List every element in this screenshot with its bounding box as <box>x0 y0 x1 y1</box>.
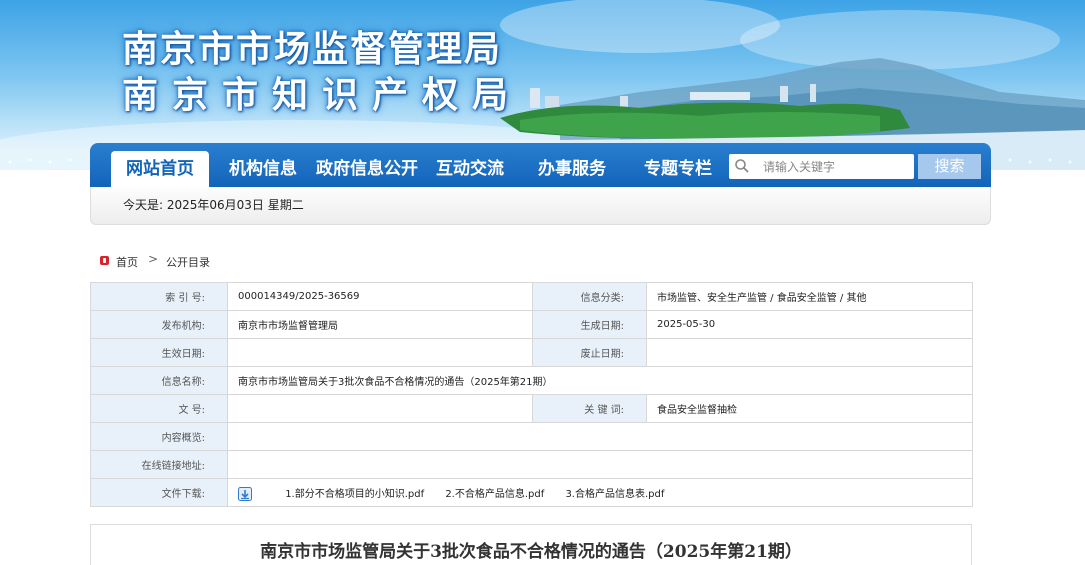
keywords-value: 食品安全监督抽检 <box>646 394 973 423</box>
expire-date-value <box>646 338 973 367</box>
online-link-value <box>227 450 973 479</box>
file-link-1[interactable]: 1.部分不合格项目的小知识.pdf <box>285 489 424 500</box>
nav-item-gov-info[interactable]: 政府信息公开 <box>312 151 422 187</box>
nav-item-services[interactable]: 办事服务 <box>530 151 614 187</box>
nav-item-topics[interactable]: 专题专栏 <box>636 151 720 187</box>
download-cell: 1.部分不合格项目的小知识.pdf 2.不合格产品信息.pdf 3.合格产品信息… <box>227 478 973 507</box>
breadcrumb-home[interactable]: 首页 <box>116 254 138 270</box>
publisher-label: 发布机构: <box>90 310 228 339</box>
table-row: 文件下载: 1.部分不合格项目的小知识.pdf 2.不合格产品信息.pdf 3.… <box>90 478 973 507</box>
keywords-label: 关 键 词: <box>532 394 647 423</box>
index-label: 索 引 号: <box>90 282 228 311</box>
table-row: 文 号: 关 键 词: 食品安全监督抽检 <box>90 394 973 423</box>
current-date-text: 今天是: 2025年06月03日 星期二 <box>123 198 304 212</box>
table-row: 内容概览: <box>90 422 973 451</box>
download-icon[interactable] <box>238 486 252 501</box>
info-table: 索 引 号: 000014349/2025-36569 信息分类: 市场监管、安… <box>90 282 973 507</box>
category-label: 信息分类: <box>532 282 647 311</box>
home-icon <box>100 256 109 265</box>
table-row: 索 引 号: 000014349/2025-36569 信息分类: 市场监管、安… <box>90 282 973 311</box>
category-value: 市场监管、安全生产监管 / 食品安全监管 / 其他 <box>646 282 973 311</box>
nav-item-institution[interactable]: 机构信息 <box>221 151 305 187</box>
main-nav: 网站首页 机构信息 政府信息公开 互动交流 办事服务 专题专栏 搜索 <box>90 143 991 187</box>
article-title: 南京市市场监管局关于3批次食品不合格情况的通告（2025年第21期） <box>260 542 802 562</box>
search-box <box>729 154 914 179</box>
table-row: 发布机构: 南京市市场监督管理局 生成日期: 2025-05-30 <box>90 310 973 339</box>
table-row: 信息名称: 南京市市场监管局关于3批次食品不合格情况的通告（2025年第21期） <box>90 366 973 395</box>
effective-date-label: 生效日期: <box>90 338 228 367</box>
expire-date-label: 废止日期: <box>532 338 647 367</box>
breadcrumb-separator: > <box>148 252 159 266</box>
search-input[interactable] <box>763 157 908 176</box>
search-button[interactable]: 搜索 <box>918 154 981 179</box>
banner-title-line2: 南京市知识产权局 <box>122 74 523 116</box>
index-value: 000014349/2025-36569 <box>227 282 533 311</box>
download-label: 文件下载: <box>90 478 228 507</box>
info-name-label: 信息名称: <box>90 366 228 395</box>
info-name-value: 南京市市场监管局关于3批次食品不合格情况的通告（2025年第21期） <box>227 366 973 395</box>
date-bar: 今天是: 2025年06月03日 星期二 <box>90 187 991 225</box>
online-link-label: 在线链接地址: <box>90 450 228 479</box>
article-panel: 南京市市场监管局关于3批次食品不合格情况的通告（2025年第21期） <box>90 524 972 565</box>
docno-value <box>227 394 533 423</box>
file-link-3[interactable]: 3.合格产品信息表.pdf <box>565 489 664 500</box>
created-date-label: 生成日期: <box>532 310 647 339</box>
nav-item-home[interactable]: 网站首页 <box>111 151 209 187</box>
breadcrumb-current[interactable]: 公开目录 <box>166 254 210 270</box>
effective-date-value <box>227 338 533 367</box>
table-row: 在线链接地址: <box>90 450 973 479</box>
table-row: 生效日期: 废止日期: <box>90 338 973 367</box>
docno-label: 文 号: <box>90 394 228 423</box>
summary-value <box>227 422 973 451</box>
file-link-2[interactable]: 2.不合格产品信息.pdf <box>445 489 544 500</box>
created-date-value: 2025-05-30 <box>646 310 973 339</box>
banner-title-line1: 南京市市场监督管理局 <box>122 28 503 70</box>
search-icon <box>735 159 749 173</box>
publisher-value: 南京市市场监督管理局 <box>227 310 533 339</box>
summary-label: 内容概览: <box>90 422 228 451</box>
nav-item-interaction[interactable]: 互动交流 <box>430 151 510 187</box>
